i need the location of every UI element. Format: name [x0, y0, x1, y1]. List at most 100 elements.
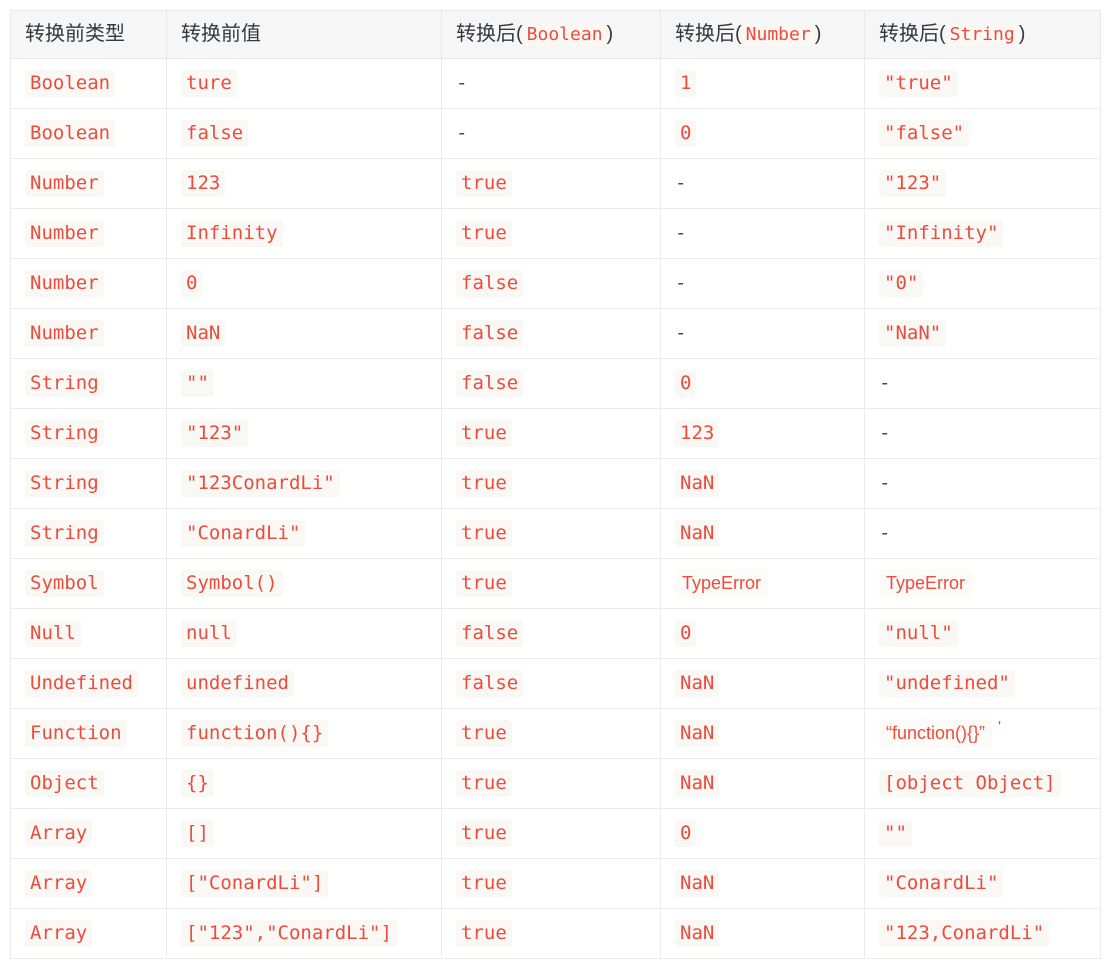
cell-to-string: "0" [864, 258, 1101, 309]
code-chip: Object [25, 769, 104, 798]
code-chip: String [25, 419, 104, 448]
column-header-to-boolean: 转换后(Boolean) [441, 10, 661, 59]
code-chip: "false" [879, 119, 970, 148]
table-row: String "ConardLi" true NaN - [10, 508, 1101, 559]
code-chip: true [456, 419, 512, 448]
table-row: Number NaN false - "NaN" [10, 308, 1101, 359]
code-chip: "123,ConardLi" [879, 919, 1050, 948]
cell-to-boolean: true [441, 408, 661, 459]
cell-source-value: ["123","ConardLi"] [166, 908, 442, 959]
cell-to-number: NaN [660, 508, 865, 559]
table-row: Number Infinity true - "Infinity" [10, 208, 1101, 259]
table-body: Boolean ture - 1 "true" Boolean false - 0 "false"… [10, 58, 1101, 959]
cell-source-type: String [10, 508, 167, 559]
code-chip: "" [879, 819, 912, 848]
cell-source-value: "123ConardLi" [166, 458, 442, 509]
cell-to-string: “function(){}” ' [864, 708, 1101, 759]
header-suffix: ) [606, 23, 614, 45]
empty-dash: - [879, 522, 891, 544]
cell-to-string: "false" [864, 108, 1101, 159]
cell-to-boolean: - [441, 58, 661, 109]
cell-to-boolean: true [441, 158, 661, 209]
code-chip: NaN [675, 519, 720, 548]
code-chip: Boolean [25, 119, 116, 148]
cell-source-value: "ConardLi" [166, 508, 442, 559]
cell-source-type: Null [10, 608, 167, 659]
code-chip: ture [181, 69, 237, 98]
cell-to-number: - [660, 308, 865, 359]
code-chip: true [456, 169, 512, 198]
code-chip: NaN [181, 319, 226, 348]
code-chip: Number [25, 319, 104, 348]
cell-to-number: NaN [660, 858, 865, 909]
code-chip: NaN [675, 669, 720, 698]
cell-source-value: null [166, 608, 442, 659]
code-chip: true [456, 519, 512, 548]
cell-source-type: Object [10, 758, 167, 809]
empty-dash: - [675, 222, 687, 244]
code-chip: Number [25, 219, 104, 248]
table-row: Function function(){} true NaN “function(){}… [10, 708, 1101, 759]
code-chip: "Infinity" [879, 219, 1004, 248]
code-chip: 0 [675, 119, 697, 148]
cell-source-type: Number [10, 158, 167, 209]
cell-to-boolean: - [441, 108, 661, 159]
table-row: Boolean false - 0 "false" [10, 108, 1101, 159]
code-chip: TypeError [675, 569, 769, 598]
code-chip: NaN [675, 719, 720, 748]
cell-to-boolean: true [441, 208, 661, 259]
empty-dash: - [456, 72, 468, 94]
code-chip: “function(){}” [879, 719, 993, 748]
code-chip: NaN [675, 869, 720, 898]
table-row: String "" false 0 - [10, 358, 1101, 409]
cell-to-boolean: true [441, 508, 661, 559]
cell-to-string: "null" [864, 608, 1101, 659]
code-chip: ["ConardLi"] [181, 869, 329, 898]
code-chip: "123ConardLi" [181, 469, 340, 498]
cell-to-boolean: true [441, 708, 661, 759]
cell-to-string: "123,ConardLi" [864, 908, 1101, 959]
table-row: Number 0 false - "0" [10, 258, 1101, 309]
code-chip: "123" [879, 169, 947, 198]
code-chip: Array [25, 919, 93, 948]
cell-to-string: "NaN" [864, 308, 1101, 359]
column-header-to-string: 转换后(String) [864, 10, 1101, 59]
code-chip: ["123","ConardLi"] [181, 919, 397, 948]
cell-to-number: NaN [660, 658, 865, 709]
table-row: Undefined undefined false NaN "undefined" [10, 658, 1101, 709]
header-row: 转换前类型 转换前值 转换后(Boolean) 转换后(Number) 转换后(… [10, 10, 1101, 59]
header-code-number: Number [741, 23, 815, 46]
code-chip: {} [181, 769, 214, 798]
code-chip: "123" [181, 419, 249, 448]
cell-to-boolean: true [441, 858, 661, 909]
table-row: Number 123 true - "123" [10, 158, 1101, 209]
cell-to-string: "ConardLi" [864, 858, 1101, 909]
code-chip: String [25, 519, 104, 548]
cell-to-number: NaN [660, 458, 865, 509]
code-chip: false [456, 269, 524, 298]
column-header-source-type: 转换前类型 [10, 10, 167, 59]
code-chip: Undefined [25, 669, 138, 698]
code-chip: String [25, 469, 104, 498]
cell-to-boolean: true [441, 458, 661, 509]
cell-to-string: "123" [864, 158, 1101, 209]
cell-source-value: false [166, 108, 442, 159]
table-row: Null null false 0 "null" [10, 608, 1101, 659]
table-row: Array ["123","ConardLi"] true NaN "123,Conar… [10, 908, 1101, 959]
cell-source-type: Number [10, 308, 167, 359]
code-chip: NaN [675, 919, 720, 948]
cell-source-value: 123 [166, 158, 442, 209]
empty-dash: - [879, 372, 891, 394]
code-chip: false [456, 669, 524, 698]
cell-to-boolean: true [441, 808, 661, 859]
code-chip: Symbol() [181, 569, 283, 598]
code-chip: true [456, 769, 512, 798]
cell-to-number: NaN [660, 908, 865, 959]
cell-to-number: NaN [660, 758, 865, 809]
code-chip: false [456, 619, 524, 648]
cell-to-number: 0 [660, 808, 865, 859]
code-chip: 0 [675, 619, 697, 648]
code-chip: "undefined" [879, 669, 1015, 698]
header-suffix: ) [814, 23, 822, 45]
code-chip: Null [25, 619, 81, 648]
